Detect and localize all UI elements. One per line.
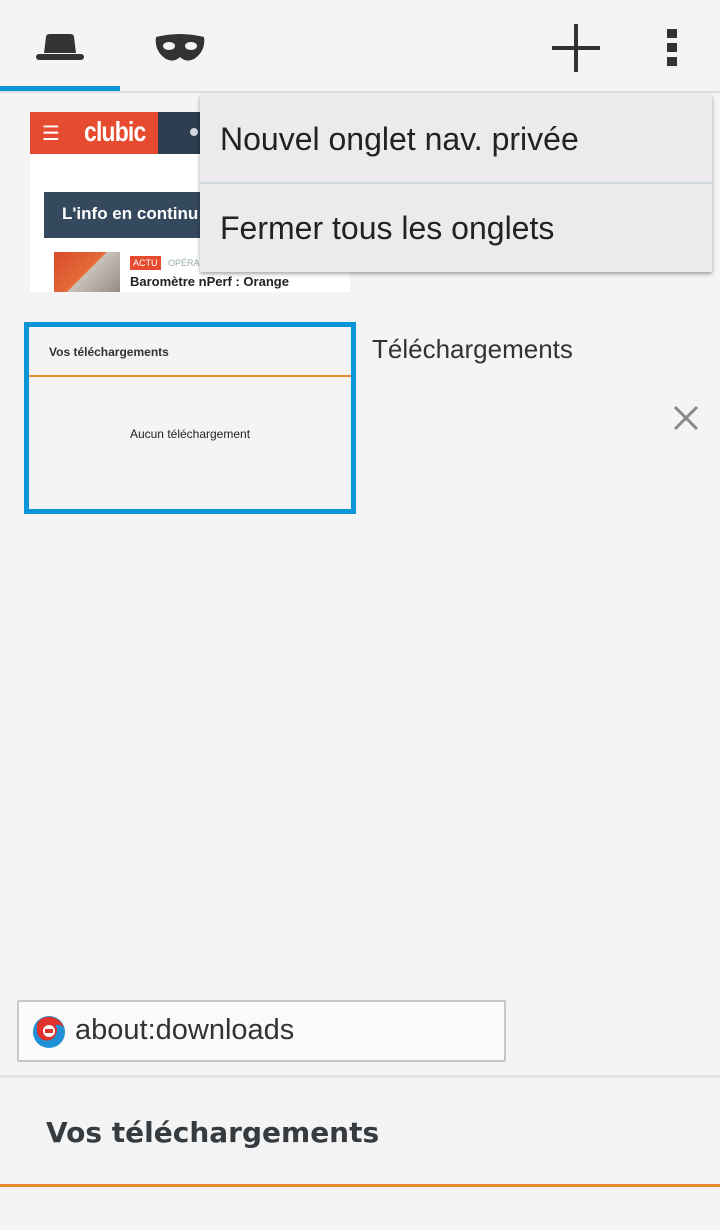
url-text: about:downloads <box>75 1014 295 1046</box>
title-underline <box>0 1184 720 1187</box>
page-title: Vos téléchargements <box>46 1116 380 1149</box>
plus-icon <box>552 24 600 72</box>
thumb-page-title: Vos téléchargements <box>49 345 169 359</box>
thumb-orange-divider <box>29 375 351 377</box>
banner-text: L'info en continu <box>62 204 199 223</box>
user-icon <box>190 128 198 136</box>
tab-title-downloads: Téléchargements <box>372 334 573 364</box>
close-icon <box>673 405 699 431</box>
article-image <box>54 252 120 292</box>
normal-tabs-tab[interactable] <box>30 24 90 72</box>
article-tag: ACTU <box>130 256 161 270</box>
overflow-menu-button[interactable] <box>650 20 694 76</box>
tab-thumbnail-downloads[interactable]: Vos téléchargements Aucun téléchargement <box>24 322 356 514</box>
menu-item-new-private-tab[interactable]: Nouvel onglet nav. privée <box>200 95 712 183</box>
toolbar-divider <box>0 91 720 93</box>
firefox-icon <box>33 1016 65 1048</box>
clubic-logo: clubic <box>84 116 146 147</box>
close-tab-button[interactable] <box>666 398 706 438</box>
article-headline: Baromètre nPerf : Orange <box>130 274 289 289</box>
url-bar[interactable]: about:downloads <box>17 1000 506 1062</box>
hamburger-icon: ☰ <box>42 121 60 145</box>
new-tab-button[interactable] <box>546 20 606 76</box>
overflow-menu-icon <box>667 29 677 66</box>
mask-icon <box>155 34 205 61</box>
top-hat-icon <box>36 34 84 60</box>
tabs-toolbar <box>0 0 720 93</box>
private-tabs-tab[interactable] <box>150 24 210 72</box>
thumb-empty-message: Aucun téléchargement <box>129 427 251 441</box>
menu-item-close-all-tabs[interactable]: Fermer tous les onglets <box>200 184 712 272</box>
overflow-menu: Nouvel onglet nav. privée Fermer tous le… <box>200 95 712 272</box>
page-content: Vos téléchargements <box>0 1078 720 1230</box>
article-category: OPÉRA <box>168 258 200 268</box>
